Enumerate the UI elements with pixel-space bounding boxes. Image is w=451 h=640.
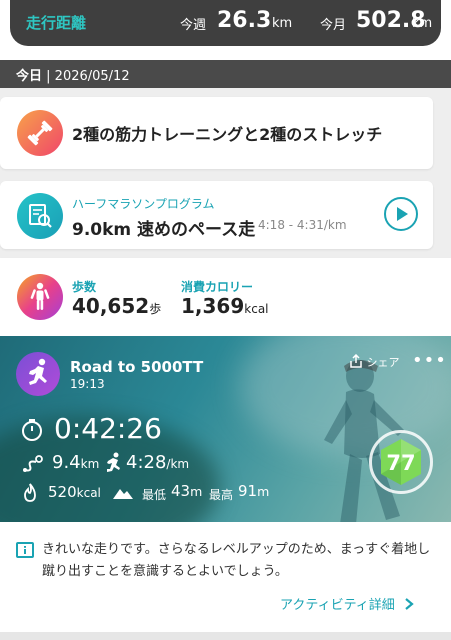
calories-burned-value: 520: [48, 483, 77, 501]
calories-number: 1,369: [181, 294, 245, 318]
steps-value: 40,652歩: [72, 294, 161, 318]
score-hexagon: 77: [381, 439, 421, 485]
pace-unit: /km: [166, 457, 190, 471]
info-icon: [16, 542, 34, 558]
person-icon: [17, 274, 63, 320]
stopwatch-icon: [22, 419, 42, 441]
date-prefix: 今日: [16, 69, 43, 84]
share-icon: [350, 353, 362, 368]
altitude-max-unit: m: [257, 484, 270, 499]
activity-calories: 520kcal: [48, 483, 101, 501]
plan-icon: [17, 193, 63, 239]
altitude-min-value: 43: [171, 482, 191, 500]
altitude-min: 43m: [171, 482, 202, 500]
chevron-right-icon: [405, 598, 414, 610]
route-icon: [23, 455, 43, 472]
activity-distance: 9.4km: [52, 452, 99, 473]
more-options-button[interactable]: •••: [412, 350, 447, 371]
program-subtitle: ハーフマラソンプログラム: [72, 197, 215, 211]
activity-time: 19:13: [70, 377, 105, 391]
training-card[interactable]: 2種の筋力トレーニングと2種のストレッチ: [0, 97, 433, 169]
advice-section: きれいな走りです。さらなるレベルアップのため、まっすぐ着地し蹴り出すことを意識す…: [0, 522, 451, 640]
share-button[interactable]: シェア: [349, 353, 400, 370]
training-text: 2種の筋力トレーニングと2種のストレッチ: [72, 125, 383, 144]
score-badge[interactable]: 77: [369, 430, 433, 494]
activity-title: Road to 5000TT: [70, 358, 204, 376]
steps-number: 40,652: [72, 294, 150, 318]
month-label: 今月: [320, 18, 347, 33]
activity-duration: 0:42:26: [54, 412, 162, 445]
play-button[interactable]: [384, 197, 418, 231]
score-value: 77: [386, 451, 415, 475]
advice-text: きれいな走りです。さらなるレベルアップのため、まっすぐ着地し蹴り出すことを意識す…: [42, 542, 431, 579]
activity-pace: 4:28/km: [126, 452, 189, 473]
distance-summary-pill[interactable]: 走行距離 今週 26.3 km 今月 502.8 km: [10, 0, 441, 46]
running-activity-icon: [16, 352, 60, 396]
calories-label: 消費カロリー: [181, 280, 254, 294]
month-unit: km: [412, 16, 433, 31]
daily-stats-card[interactable]: 歩数 40,652歩 消費カロリー 1,369kcal: [0, 258, 451, 336]
dumbbell-icon: [17, 110, 63, 156]
bottom-divider: [0, 632, 451, 640]
week-unit: km: [272, 16, 293, 31]
share-label: シェア: [366, 356, 400, 369]
activity-detail-link[interactable]: アクティビティ詳細: [280, 594, 415, 613]
calories-value: 1,369kcal: [181, 294, 269, 318]
altitude-max-label: 最高: [209, 488, 234, 502]
calories-burned-unit: kcal: [76, 486, 101, 500]
date-bar: 今日 | 2026/05/12: [0, 60, 451, 88]
distance-value: 9.4: [52, 452, 81, 473]
altitude-min-unit: m: [190, 484, 203, 499]
summary-label: 走行距離: [26, 14, 87, 32]
week-label: 今週: [180, 18, 207, 33]
altitude-max-value: 91: [238, 482, 258, 500]
calories-unit: kcal: [244, 302, 269, 316]
program-card[interactable]: ハーフマラソンプログラム 9.0km 速めのペース走 4:18 - 4:31/k…: [0, 181, 433, 249]
altitude-min-label: 最低: [142, 488, 167, 502]
play-icon: [397, 207, 408, 221]
week-distance: 26.3: [217, 8, 272, 33]
program-title: 9.0km 速めのペース走: [72, 220, 256, 240]
date-label: 今日 | 2026/05/12: [16, 69, 130, 84]
activity-card[interactable]: Road to 5000TT 19:13 シェア ••• 0:42:26 9.4…: [0, 336, 451, 522]
steps-unit: 歩: [149, 302, 162, 316]
pace-runner-icon: [107, 452, 120, 472]
mountain-icon: [113, 489, 133, 499]
altitude-max: 91m: [238, 482, 269, 500]
summary-header: 走行距離 今週 26.3 km 今月 502.8 km: [0, 0, 451, 60]
date-value: 2026/05/12: [54, 69, 130, 84]
distance-unit: km: [80, 457, 100, 471]
steps-label: 歩数: [72, 280, 97, 294]
program-pace: 4:18 - 4:31/km: [258, 218, 347, 232]
activity-detail-label: アクティビティ詳細: [280, 598, 395, 613]
flame-icon: [24, 483, 36, 502]
pace-value: 4:28: [126, 452, 167, 473]
